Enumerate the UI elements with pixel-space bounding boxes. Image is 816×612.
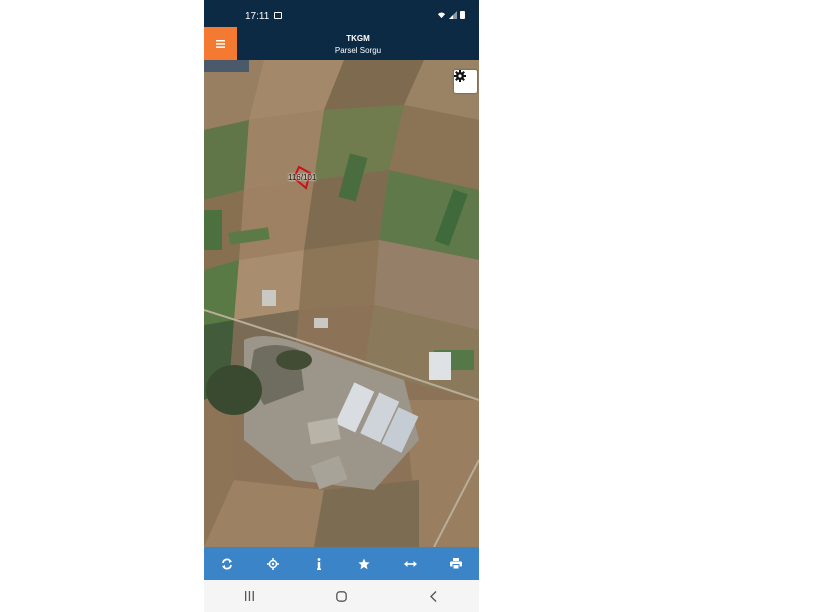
- menu-button[interactable]: [204, 27, 237, 60]
- battery-icon: [460, 11, 465, 19]
- measure-icon: [403, 560, 417, 567]
- map-imagery: [204, 60, 479, 547]
- app-header: TKGM Parsel Sorgu: [204, 27, 479, 60]
- print-icon: [450, 558, 463, 569]
- print-button[interactable]: [441, 549, 471, 579]
- refresh-icon: [221, 558, 232, 569]
- app-subtitle: Parsel Sorgu: [334, 46, 382, 55]
- signal-icon: [449, 11, 457, 19]
- satellite-map[interactable]: 116/101: [204, 60, 479, 547]
- app-title: TKGM: [346, 34, 370, 43]
- info-icon: [316, 557, 321, 570]
- refresh-button[interactable]: [212, 549, 242, 579]
- home-icon: [336, 590, 347, 602]
- measure-button[interactable]: [395, 549, 425, 579]
- status-time: 17:11: [245, 11, 270, 22]
- info-button[interactable]: [304, 549, 334, 579]
- settings-button[interactable]: [454, 70, 477, 93]
- home-button[interactable]: [321, 582, 361, 610]
- back-button[interactable]: [413, 582, 453, 610]
- gear-icon: [454, 70, 466, 82]
- image-icon: [274, 12, 282, 19]
- favorite-button[interactable]: [349, 549, 379, 579]
- bottom-toolbar: [204, 547, 479, 580]
- wifi-icon: [437, 12, 446, 19]
- recents-icon: [245, 591, 255, 601]
- status-bar: 17:11: [204, 0, 479, 27]
- phone-screen: 17:11 TKGM Parsel Sorgu 116/101: [204, 0, 479, 612]
- system-nav-bar: [204, 580, 479, 612]
- status-icons: [437, 11, 465, 19]
- recents-button[interactable]: [230, 582, 270, 610]
- menu-icon: [216, 39, 225, 48]
- back-icon: [429, 590, 437, 602]
- star-icon: [358, 558, 370, 569]
- crosshair-icon: [266, 557, 279, 570]
- locate-button[interactable]: [258, 549, 288, 579]
- parcel-label[interactable]: 116/101: [288, 173, 316, 182]
